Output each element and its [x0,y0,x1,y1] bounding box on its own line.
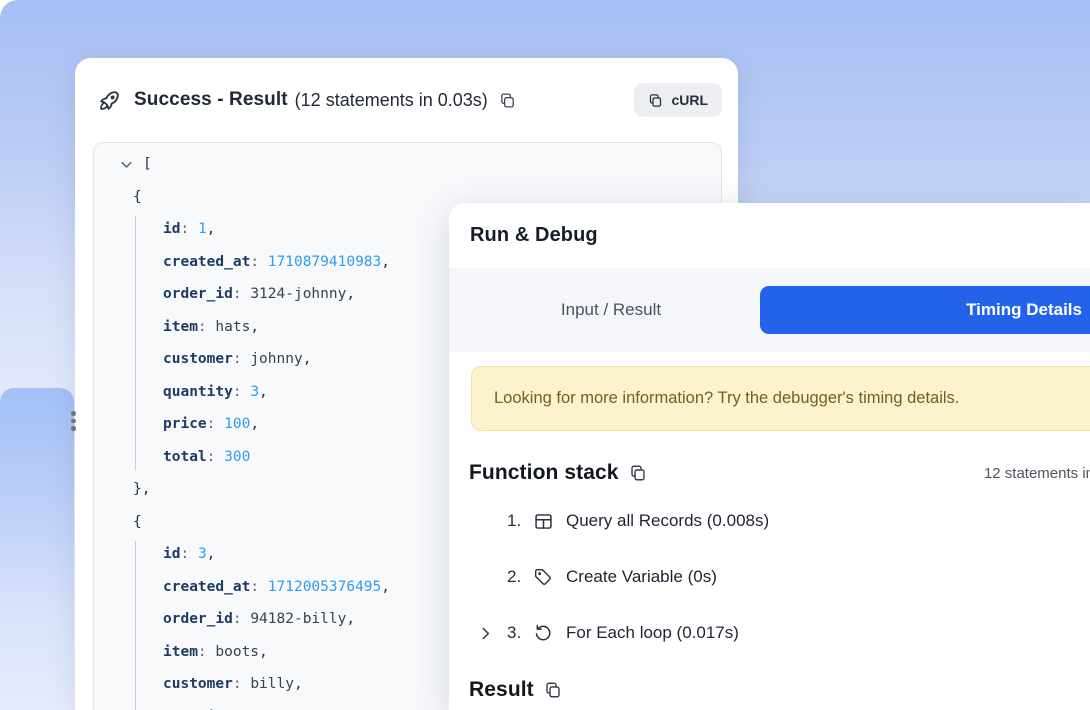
function-stack-item[interactable]: 3. For Each loop (0.017s) [449,618,1090,648]
code-key: created_at [163,254,250,270]
run-debug-panel: Run & Debug Input / Result Timing Detail… [449,203,1090,710]
code-value: 3 [250,384,259,400]
code-value: billy [250,676,294,692]
background-accent-panel [0,388,74,710]
function-stack-item-number: 3. [507,623,531,643]
code-value: 94182-billy [250,611,346,627]
code-value: 1710879410983 [268,254,382,270]
function-stack-item-number: 1. [507,511,531,531]
code-colon: : [233,611,250,627]
tab-input-result[interactable]: Input / Result [449,300,759,320]
code-colon: : [198,644,215,660]
run-debug-title: Run & Debug [449,203,1090,247]
drag-handle-icon[interactable] [71,411,76,431]
function-stack-item-label: Create Variable (0s) [566,567,717,587]
code-comma: , [259,384,268,400]
code-comma: , [381,579,390,595]
code-colon: : [207,416,224,432]
code-comma: , [259,644,268,660]
code-punctuation: { [133,189,142,205]
code-colon: : [207,449,224,465]
function-stack-list: 1. Query all Records (0.008s) 2. Create Var… [449,506,1090,648]
rocket-icon [97,88,122,113]
tag-icon [533,567,554,587]
code-value: 3124-johnny [250,286,346,302]
code-value: hats [215,319,250,335]
indent-guide [135,216,136,470]
code-key: item [163,319,198,335]
indent-guide [135,541,136,710]
function-stack-item[interactable]: 1. Query all Records (0.008s) [449,506,1090,536]
curl-button-label: cURL [671,92,708,108]
code-value: johnny [250,351,302,367]
result-card-header: Success - Result (12 statements in 0.03s… [75,58,738,142]
code-colon: : [233,676,250,692]
copy-function-stack-icon[interactable] [629,464,647,482]
copy-result-section-icon[interactable] [544,681,562,699]
code-value: 3 [198,546,207,562]
result-heading: Result [469,678,534,702]
result-subtitle: (12 statements in 0.03s) [295,90,488,111]
info-banner: Looking for more information? Try the de… [471,366,1090,431]
code-comma: , [346,611,355,627]
code-key: order_id [163,611,233,627]
table-icon [533,511,554,532]
code-comma: , [250,416,259,432]
code-punctuation: }, [133,481,150,497]
debug-tab-strip: Input / Result Timing Details [449,268,1090,352]
tab-timing-details[interactable]: Timing Details [760,286,1090,334]
copy-curl-icon [648,93,663,108]
code-comma: , [346,286,355,302]
code-colon: : [198,319,215,335]
result-title: Success - Result [134,89,288,111]
code-key: quantity [163,384,233,400]
code-value: 1 [198,221,207,237]
code-colon: : [250,579,267,595]
code-key: price [163,416,207,432]
copy-result-icon[interactable] [499,92,516,109]
code-colon: : [233,351,250,367]
code-colon: : [233,384,250,400]
curl-button[interactable]: cURL [634,83,722,117]
code-value: boots [215,644,259,660]
code-colon: : [250,254,267,270]
code-comma: , [250,319,259,335]
code-key: order_id [163,286,233,302]
loop-icon [533,623,554,643]
code-key: created_at [163,579,250,595]
function-stack-item[interactable]: 2. Create Variable (0s) [449,562,1090,592]
code-value: 1712005376495 [268,579,382,595]
function-stack-item-label: For Each loop (0.017s) [566,623,739,643]
code-comma: , [294,676,303,692]
chevron-right-icon[interactable] [477,625,497,642]
code-punctuation: [ [143,156,152,172]
result-section-header: Result [449,674,1090,702]
code-punctuation: { [133,514,142,530]
code-colon: : [180,546,197,562]
code-comma: , [207,221,216,237]
code-value: 300 [224,449,250,465]
code-key: id [163,546,180,562]
statements-summary: 12 statements in [984,465,1090,482]
code-colon: : [233,286,250,302]
code-comma: , [303,351,312,367]
code-key: customer [163,351,233,367]
code-key: id [163,221,180,237]
function-stack-header: Function stack 12 statements in [449,431,1090,485]
code-colon: : [180,221,197,237]
code-line: [ [119,148,721,181]
chevron-down-icon[interactable] [119,157,135,172]
code-value: 100 [224,416,250,432]
function-stack-item-label: Query all Records (0.008s) [566,511,769,531]
code-key: total [163,449,207,465]
code-key: customer [163,676,233,692]
code-comma: , [207,546,216,562]
function-stack-item-number: 2. [507,567,531,587]
code-key: item [163,644,198,660]
function-stack-heading: Function stack [469,461,619,485]
code-comma: , [381,254,390,270]
